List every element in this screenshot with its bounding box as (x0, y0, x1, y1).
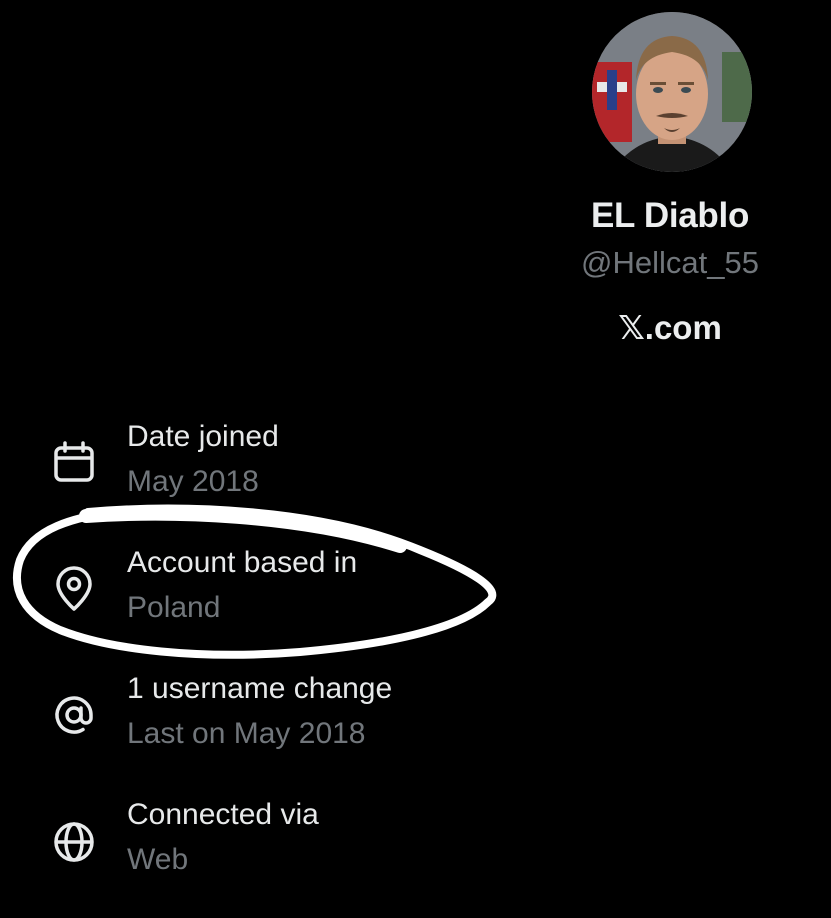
profile-header: EL Diablo @Hellcat_55 𝕏.com (520, 0, 820, 360)
site-name: 𝕏.com (618, 309, 722, 346)
about-value: Web (127, 843, 189, 876)
about-row-date-joined: Date joined May 2018 (0, 420, 831, 520)
globe-icon (50, 818, 98, 866)
avatar[interactable] (592, 12, 752, 172)
location-pin-icon (50, 565, 98, 613)
about-value: Last on May 2018 (127, 717, 366, 750)
calendar-icon (50, 438, 98, 486)
at-sign-icon (50, 691, 98, 739)
about-label: Account based in (127, 546, 358, 579)
about-row-username-changes: 1 username change Last on May 2018 (0, 672, 831, 772)
about-row-connected-via: Connected via Web (0, 798, 831, 898)
username-handle: @Hellcat_55 (581, 245, 759, 280)
about-row-account-based-in: Account based in Poland (0, 546, 831, 646)
about-value: Poland (127, 591, 221, 624)
about-value: May 2018 (127, 465, 259, 498)
avatar-image (592, 12, 752, 172)
about-label: 1 username change (127, 672, 393, 705)
about-label: Connected via (127, 798, 319, 831)
about-label: Date joined (127, 420, 279, 453)
display-name: EL Diablo (590, 196, 750, 235)
